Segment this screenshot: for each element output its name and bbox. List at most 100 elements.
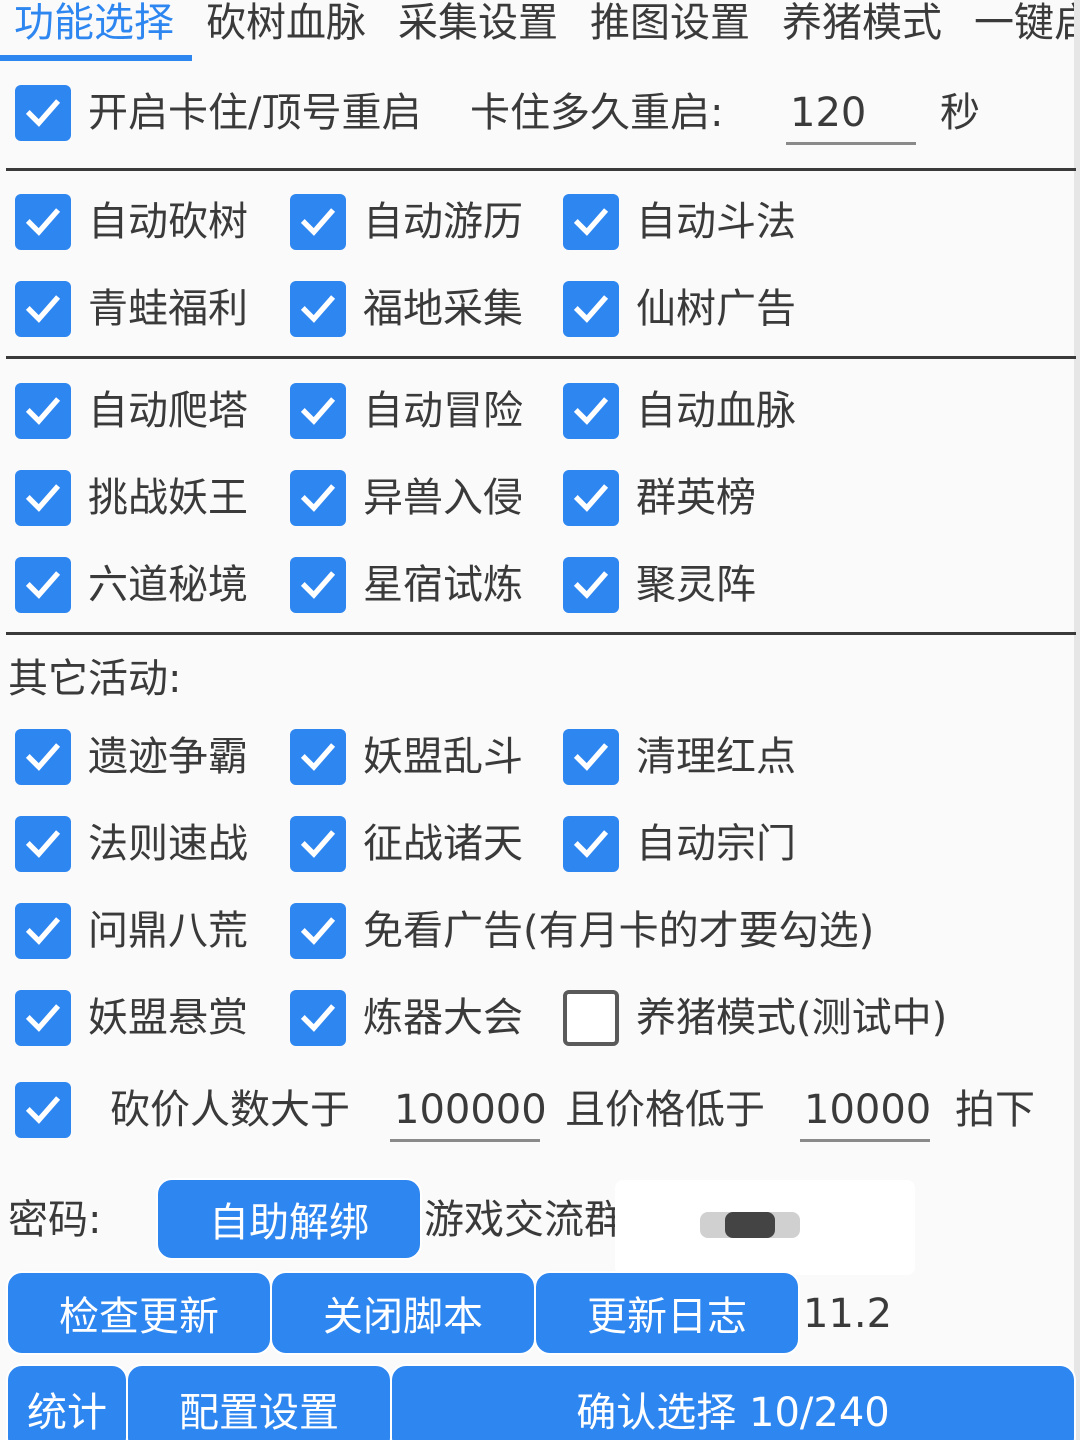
- tab-one-click[interactable]: 一键启: [974, 0, 1080, 50]
- blessed-land-gather-label: 福地采集: [363, 286, 523, 332]
- immortal-tree-ad-checkbox[interactable]: [563, 281, 619, 337]
- auction-buy-label: 拍下: [955, 1087, 1035, 1133]
- auto-bloodline-checkbox[interactable]: [563, 383, 619, 439]
- checkmark-icon: [300, 208, 336, 236]
- checkmark-icon: [573, 295, 609, 323]
- close-script-button[interactable]: 关闭脚本: [270, 1271, 536, 1355]
- checkmark-icon: [25, 743, 61, 771]
- checkmark-icon: [25, 571, 61, 599]
- update-log-button[interactable]: 更新日志: [534, 1271, 800, 1355]
- tab-tree-bloodline[interactable]: 砍树血脉: [206, 0, 366, 50]
- skip-ads-checkbox[interactable]: [290, 903, 346, 959]
- confirm-selection-button[interactable]: 确认选择 10/240: [390, 1364, 1076, 1440]
- conquer-heavens-checkbox[interactable]: [290, 816, 346, 872]
- auto-tower-label: 自动爬塔: [88, 388, 248, 434]
- tab-pig-mode[interactable]: 养猪模式: [782, 0, 942, 50]
- pig-mode-checkbox[interactable]: [563, 990, 619, 1046]
- version-text: 11.2: [803, 1291, 893, 1337]
- eight-wilds-label: 问鼎八荒: [88, 908, 248, 954]
- six-paths-realm-checkbox[interactable]: [15, 557, 71, 613]
- forge-contest-label: 炼器大会: [363, 995, 523, 1041]
- checkmark-icon: [573, 571, 609, 599]
- pig-mode-label: 养猪模式(测试中): [636, 995, 948, 1041]
- game-group-label: 游戏交流群: [424, 1197, 624, 1243]
- config-settings-button[interactable]: 配置设置: [126, 1364, 392, 1440]
- auto-travel-label: 自动游历: [363, 199, 523, 245]
- star-trial-checkbox[interactable]: [290, 557, 346, 613]
- checkmark-icon: [300, 1004, 336, 1032]
- auction-checkbox[interactable]: [15, 1082, 71, 1138]
- skip-ads-label: 免看广告(有月卡的才要勾选): [363, 908, 875, 954]
- checkmark-icon: [573, 397, 609, 425]
- auction-price-input[interactable]: 10000: [800, 1082, 931, 1142]
- star-trial-label: 星宿试炼: [363, 562, 523, 608]
- tab-stage-settings[interactable]: 推图设置: [590, 0, 750, 50]
- tab-gather-settings[interactable]: 采集设置: [398, 0, 558, 50]
- checkmark-icon: [300, 484, 336, 512]
- redacted-area: [725, 1212, 775, 1238]
- conquer-heavens-label: 征战诸天: [363, 821, 523, 867]
- checkmark-icon: [300, 295, 336, 323]
- auto-duel-checkbox[interactable]: [563, 194, 619, 250]
- checkmark-icon: [25, 1096, 61, 1124]
- eight-wilds-checkbox[interactable]: [15, 903, 71, 959]
- auto-sect-label: 自动宗门: [636, 821, 796, 867]
- alliance-bounty-checkbox[interactable]: [15, 990, 71, 1046]
- checkmark-icon: [300, 917, 336, 945]
- alliance-bounty-label: 妖盟悬赏: [88, 995, 248, 1041]
- frog-welfare-checkbox[interactable]: [15, 281, 71, 337]
- restart-label: 开启卡住/顶号重启: [88, 90, 422, 136]
- checkmark-icon: [25, 830, 61, 858]
- auto-bloodline-label: 自动血脉: [636, 388, 796, 434]
- checkmark-icon: [300, 571, 336, 599]
- stats-button[interactable]: 统计: [6, 1364, 128, 1440]
- beast-invasion-checkbox[interactable]: [290, 470, 346, 526]
- auto-adventure-checkbox[interactable]: [290, 383, 346, 439]
- spirit-array-label: 聚灵阵: [636, 562, 756, 608]
- alliance-brawl-label: 妖盟乱斗: [363, 734, 523, 780]
- checkmark-icon: [25, 208, 61, 236]
- auction-price-label: 且价格低于: [565, 1087, 765, 1133]
- challenge-demon-king-label: 挑战妖王: [88, 475, 248, 521]
- auction-count-label: 砍价人数大于: [110, 1087, 350, 1133]
- beast-invasion-label: 异兽入侵: [363, 475, 523, 521]
- checkmark-icon: [25, 917, 61, 945]
- forge-contest-checkbox[interactable]: [290, 990, 346, 1046]
- checkmark-icon: [573, 484, 609, 512]
- challenge-demon-king-checkbox[interactable]: [15, 470, 71, 526]
- clear-red-dots-checkbox[interactable]: [563, 729, 619, 785]
- hero-ranking-checkbox[interactable]: [563, 470, 619, 526]
- immortal-tree-ad-label: 仙树广告: [636, 286, 796, 332]
- auto-sect-checkbox[interactable]: [563, 816, 619, 872]
- section-divider: [6, 632, 1076, 635]
- other-activities-title: 其它活动:: [8, 656, 182, 702]
- active-tab-indicator: [0, 55, 192, 61]
- frog-welfare-label: 青蛙福利: [88, 286, 248, 332]
- password-label: 密码:: [8, 1197, 102, 1243]
- restart-delay-input[interactable]: 120: [786, 85, 916, 145]
- auto-tower-checkbox[interactable]: [15, 383, 71, 439]
- law-speed-battle-checkbox[interactable]: [15, 816, 71, 872]
- blessed-land-gather-checkbox[interactable]: [290, 281, 346, 337]
- hero-ranking-label: 群英榜: [636, 475, 756, 521]
- auction-count-input[interactable]: 100000: [390, 1082, 547, 1142]
- alliance-brawl-checkbox[interactable]: [290, 729, 346, 785]
- checkmark-icon: [25, 99, 61, 127]
- tab-bar: 功能选择 砍树血脉 采集设置 推图设置 养猪模式 一键启: [0, 0, 1080, 62]
- auto-chop-checkbox[interactable]: [15, 194, 71, 250]
- ruins-battle-label: 遗迹争霸: [88, 734, 248, 780]
- auto-travel-checkbox[interactable]: [290, 194, 346, 250]
- checkmark-icon: [25, 1004, 61, 1032]
- restart-checkbox[interactable]: [15, 85, 71, 141]
- spirit-array-checkbox[interactable]: [563, 557, 619, 613]
- six-paths-realm-label: 六道秘境: [88, 562, 248, 608]
- restart-delay-label: 卡住多久重启:: [470, 90, 724, 136]
- check-update-button[interactable]: 检查更新: [6, 1271, 272, 1355]
- auto-adventure-label: 自动冒险: [363, 388, 523, 434]
- tab-function-select[interactable]: 功能选择: [14, 0, 174, 50]
- checkmark-icon: [25, 484, 61, 512]
- restart-unit-label: 秒: [940, 90, 980, 136]
- self-unbind-button[interactable]: 自助解绑: [156, 1178, 422, 1260]
- ruins-battle-checkbox[interactable]: [15, 729, 71, 785]
- auto-chop-label: 自动砍树: [88, 199, 248, 245]
